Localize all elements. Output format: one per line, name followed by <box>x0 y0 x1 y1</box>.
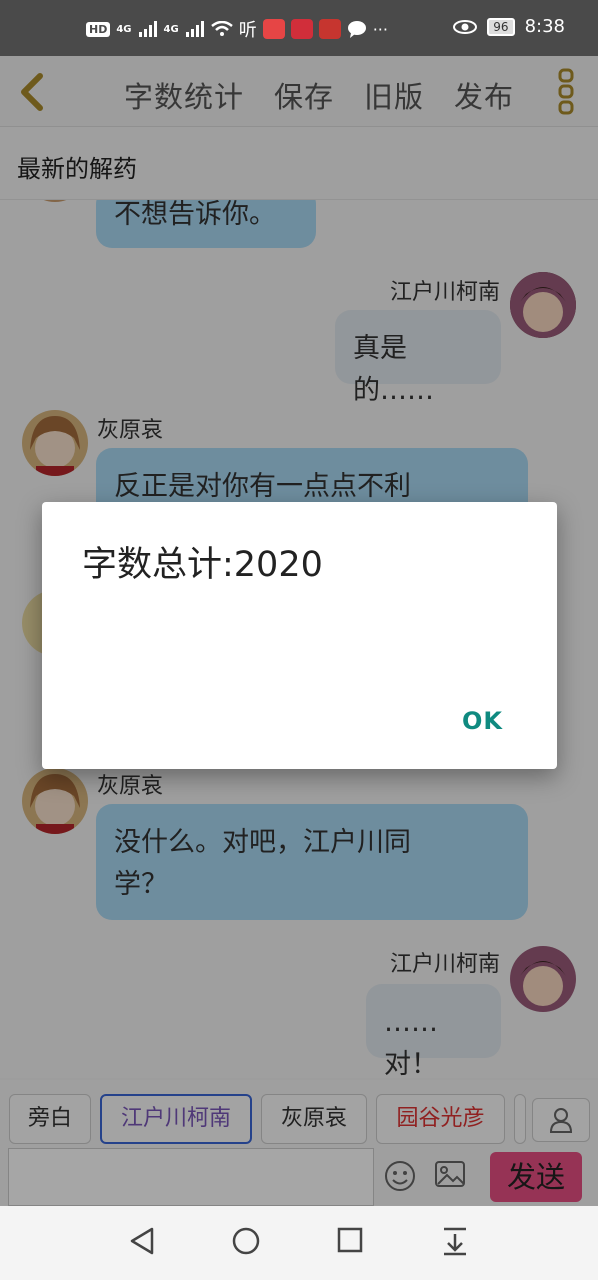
wifi-icon <box>210 21 233 36</box>
dialog-message: 字数总计:2020 <box>82 545 323 585</box>
app-notification-icon <box>318 19 341 39</box>
status-left: HD 4G 4G 听 ··· <box>86 16 388 42</box>
signal-icon <box>185 21 204 37</box>
signal-icon <box>138 21 157 37</box>
ok-button[interactable]: OK <box>462 707 503 735</box>
back-icon[interactable] <box>128 1226 156 1256</box>
hd-badge: HD <box>86 21 111 37</box>
recents-icon[interactable] <box>337 1226 363 1254</box>
status-bar: HD 4G 4G 听 ··· 96 8:38 <box>0 0 598 56</box>
home-icon[interactable] <box>231 1226 261 1256</box>
word-count-dialog: 字数总计:2020 OK <box>42 502 557 769</box>
listen-icon: 听 <box>238 20 257 41</box>
battery-icon: 96 <box>487 17 515 36</box>
more-notifications-icon: ··· <box>372 19 388 39</box>
chat-notification-icon <box>347 21 366 38</box>
clock: 8:38 <box>524 16 565 37</box>
eye-icon <box>453 19 478 34</box>
network-type-2: 4G <box>163 23 179 35</box>
app-notification-icon <box>262 19 285 39</box>
notification-shade-icon[interactable] <box>442 1226 468 1256</box>
network-type: 4G <box>116 23 132 35</box>
system-nav-bar <box>0 1206 598 1280</box>
app-notification-icon <box>290 19 313 39</box>
status-right: 96 8:38 <box>453 16 565 37</box>
